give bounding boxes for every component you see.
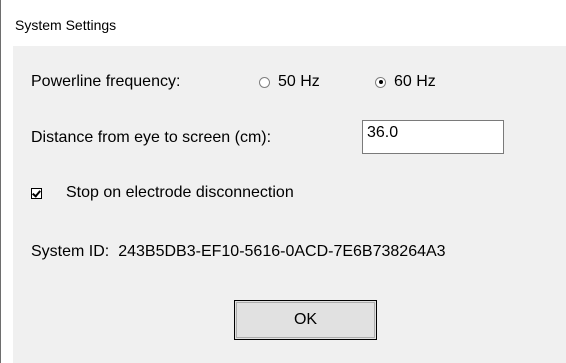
radio-60hz[interactable]: 60 Hz [375, 72, 436, 92]
checkbox-checked-icon[interactable] [31, 187, 42, 199]
system-id-value: 243B5DB3-EF10-5616-0ACD-7E6B738264A3 [118, 243, 446, 260]
radio-60hz-label[interactable]: 60 Hz [394, 72, 436, 92]
title-bar[interactable]: System Settings [1, 0, 566, 46]
window-title: System Settings [15, 17, 117, 33]
system-settings-window: System Settings Powerline frequency: 50 … [0, 0, 566, 363]
system-id-label: System ID: [31, 243, 110, 260]
radio-circle-icon[interactable] [259, 76, 270, 88]
radio-50hz-label[interactable]: 50 Hz [278, 72, 320, 92]
ok-button[interactable]: OK [234, 300, 377, 340]
dialog-body: Powerline frequency: 50 Hz 60 Hz Distanc… [13, 46, 566, 363]
powerline-frequency-label: Powerline frequency: [31, 73, 181, 90]
stop-on-disconnect-row[interactable]: Stop on electrode disconnection [31, 183, 561, 203]
distance-row: Distance from eye to screen (cm): [31, 120, 561, 154]
window-left-border [0, 0, 1, 363]
system-id-row: System ID: 243B5DB3-EF10-5616-0ACD-7E6B73… [31, 242, 566, 262]
stop-on-disconnect-label[interactable]: Stop on electrode disconnection [66, 183, 294, 203]
distance-input[interactable] [362, 120, 504, 154]
distance-label: Distance from eye to screen (cm): [31, 129, 272, 146]
powerline-frequency-row: Powerline frequency: 50 Hz 60 Hz [31, 72, 561, 92]
radio-circle-selected-icon[interactable] [375, 76, 386, 88]
radio-50hz[interactable]: 50 Hz [259, 72, 320, 92]
